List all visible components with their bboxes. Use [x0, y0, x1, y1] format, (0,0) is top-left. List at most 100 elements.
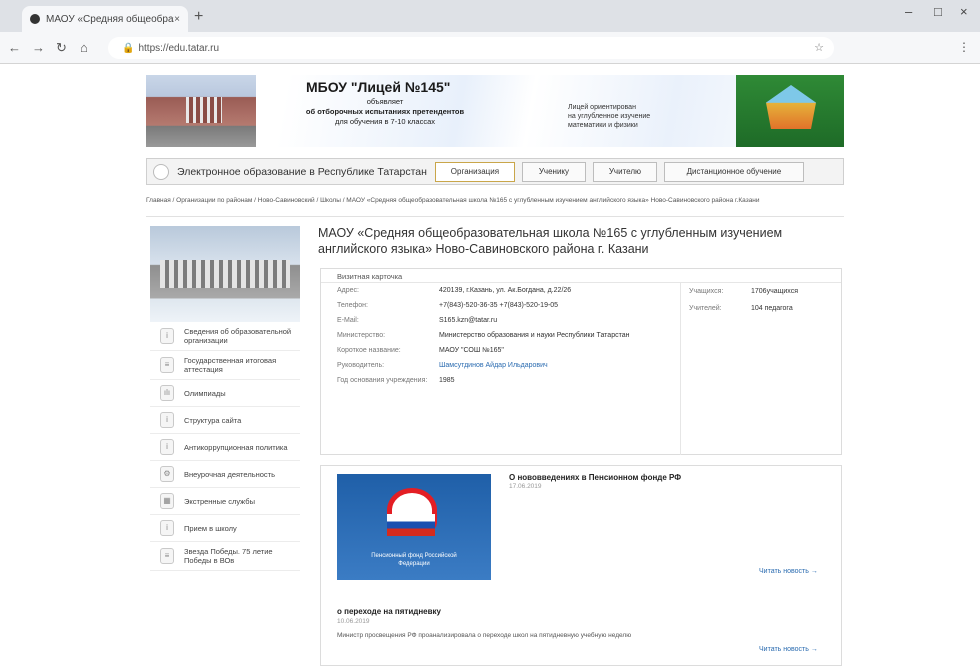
info-card: Визитная карточка Адрес: 420139, г.Казань… — [320, 268, 842, 455]
read-more-link[interactable]: Читать новость → — [759, 646, 818, 653]
info-icon: i — [160, 520, 174, 536]
sidebar-item-label: Антикоррупционная политика — [184, 442, 288, 452]
banner-sub-line: объявляет — [366, 97, 404, 106]
banner-note: Лицей ориентирован на углубленное изучен… — [568, 103, 650, 130]
news-image-caption: Пенсионный фонд Российской Федерации — [371, 553, 457, 567]
banner-photo — [146, 75, 256, 147]
banner-note-line: Лицей ориентирован — [568, 104, 636, 111]
stat-row: Учителей: 104 педагога — [689, 304, 798, 313]
read-more-link[interactable]: Читать новость → — [759, 568, 818, 575]
new-tab-button[interactable]: + — [194, 8, 203, 26]
card-key: Год основания учреждения: — [337, 377, 428, 384]
browser-toolbar: ← → ↻ ⌂ 🔒 https://edu.tatar.ru ☆ ⋮ — [0, 32, 980, 64]
card-row: Руководитель: Шамсутдинов Айдар Ильдарови… — [321, 358, 680, 373]
banner-logo — [736, 75, 844, 147]
bookmark-star-icon[interactable]: ☆ — [814, 41, 824, 54]
news-title[interactable]: О нововведениях в Пенсионном фонде РФ — [509, 473, 681, 482]
card-key: Короткое название: — [337, 347, 401, 354]
nav-button-organization[interactable]: Организация — [434, 161, 515, 182]
banner[interactable]: МБОУ "Лицей №145" объявляет об отборочны… — [146, 75, 844, 147]
maximize-button[interactable]: □ — [934, 4, 942, 19]
news-title[interactable]: о переходе на пятидневку — [337, 607, 441, 616]
news-image[interactable]: Пенсионный фонд Российской Федерации — [337, 474, 491, 580]
sidebar-item-label: Структура сайта — [184, 415, 242, 425]
card-value: 1985 — [439, 377, 455, 384]
back-icon[interactable]: ← — [8, 40, 21, 55]
card-value: 420139, г.Казань, ул. Ак.Богдана, д.22/2… — [439, 287, 572, 294]
sidebar-item[interactable]: ılı Олимпиады — [150, 380, 300, 407]
home-icon[interactable]: ⌂ — [80, 40, 88, 55]
card-key: Руководитель: — [337, 362, 385, 369]
card-row: Телефон: +7(843)-520-36-35 +7(843)-520-19… — [321, 298, 680, 313]
card-key: Телефон: — [337, 302, 368, 309]
sidebar-item[interactable]: i Антикоррупционная политика — [150, 434, 300, 461]
sidebar-item-label: Экстренные службы — [184, 496, 255, 506]
browser-menu-icon[interactable]: ⋮ — [958, 40, 970, 54]
card-value: Министерство образования и науки Республ… — [439, 332, 630, 339]
sidebar-item-label: Прием в школу — [184, 523, 237, 533]
gear-icon: ⚙ — [160, 466, 174, 482]
edu-logo-icon[interactable] — [153, 163, 169, 180]
page-content: МБОУ "Лицей №145" объявляет об отборочны… — [0, 65, 980, 666]
card-row: Адрес: 420139, г.Казань, ул. Ак.Богдана, … — [321, 283, 680, 298]
browser-tab[interactable]: МАОУ «Средняя общеобразо × — [22, 6, 188, 32]
card-stats: Учащихся: 1706учащихся Учителей: 104 педаг… — [689, 287, 798, 321]
card-row: Короткое название: МАОУ "СОШ №165" — [321, 343, 680, 358]
banner-sub-line: об отборочных испытаниях претендентов — [305, 107, 465, 116]
banner-sub-line: для обучения в 7-10 классах — [334, 117, 435, 126]
stat-value: 104 педагога — [751, 305, 793, 312]
banner-note-line: на углубленное изучение — [568, 113, 651, 120]
russia-flag-icon — [387, 514, 435, 536]
stat-value: 1706учащихся — [751, 288, 798, 295]
main-navbar: Электронное образование в Республике Тат… — [146, 158, 844, 185]
card-key: Адрес: — [337, 287, 359, 294]
sidebar-item[interactable]: i Прием в школу — [150, 515, 300, 542]
stat-key: Учащихся: — [689, 288, 724, 295]
sidebar-item-label: Олимпиады — [184, 388, 226, 398]
nav-button-distance[interactable]: Дистанционное обучение — [663, 161, 804, 182]
card-value: +7(843)-520-36-35 +7(843)-520-19-05 — [439, 302, 559, 309]
banner-title: МБОУ "Лицей №145" — [306, 79, 451, 95]
sidebar-item[interactable]: i Сведения об образовательной организации — [150, 322, 300, 351]
chart-icon: ılı — [160, 385, 174, 401]
minimize-button[interactable]: – — [905, 4, 912, 19]
favicon-icon — [30, 14, 40, 24]
info-icon: i — [160, 439, 174, 455]
sidebar-item-label: Сведения об образовательной организации — [184, 327, 292, 345]
school-photo — [150, 226, 300, 322]
card-row: Министерство: Министерство образования и … — [321, 328, 680, 343]
tab-title: МАОУ «Средняя общеобразо — [46, 13, 175, 25]
sidebar-item[interactable]: ▦ Экстренные службы — [150, 488, 300, 515]
reload-icon[interactable]: ↻ — [56, 40, 67, 56]
banner-note-line: математики и физики — [568, 122, 638, 129]
nav-button-student[interactable]: Ученику — [521, 161, 586, 182]
news-date: 17.06.2019 — [509, 483, 542, 490]
sidebar-item[interactable]: i Структура сайта — [150, 407, 300, 434]
sidebar-item[interactable]: ⚙ Внеурочная деятельность — [150, 461, 300, 488]
nav-button-teacher[interactable]: Учителю — [592, 161, 657, 182]
sidebar-item-label: Внеурочная деятельность — [184, 469, 276, 479]
forward-icon[interactable]: → — [32, 40, 45, 55]
sidebar-item[interactable]: ≡ Государственная итоговая аттестация — [150, 351, 300, 380]
news-date: 10.06.2019 — [337, 618, 370, 625]
sidebar-item[interactable]: ≡ Звезда Победы. 75 летие Победы в ВОв — [150, 542, 300, 571]
breadcrumb[interactable]: Главная / Организации по районам / Ново-… — [146, 196, 844, 205]
lock-icon: 🔒 — [122, 42, 135, 54]
email-link[interactable]: S165.kzn@tatar.ru — [439, 316, 665, 325]
card-row: Год основания учреждения: 1985 — [321, 373, 680, 388]
card-row: E-Mail: S165.kzn@tatar.ru — [321, 313, 680, 328]
navbar-title[interactable]: Электронное образование в Республике Тат… — [177, 166, 427, 178]
banner-subtitle: объявляет об отборочных испытаниях прете… — [300, 97, 470, 127]
card-header: Визитная карточка — [321, 269, 841, 283]
card-value: МАОУ "СОШ №165" — [439, 347, 504, 354]
tab-strip: МАОУ «Средняя общеобразо × + – □ × — [0, 0, 980, 32]
stat-row: Учащихся: 1706учащихся — [689, 287, 798, 296]
card-details: Адрес: 420139, г.Казань, ул. Ак.Богдана, … — [321, 283, 681, 455]
news-text: Министр просвещения РФ проанализировала … — [337, 632, 632, 639]
director-link[interactable]: Шамсутдинов Айдар Ильдарович — [439, 361, 665, 370]
close-window-button[interactable]: × — [960, 4, 968, 19]
tab-close-icon[interactable]: × — [174, 14, 180, 25]
page-title: МАОУ «Средняя общеобразовательная школа … — [318, 226, 783, 256]
stat-key: Учителей: — [689, 305, 722, 312]
address-bar[interactable]: 🔒 https://edu.tatar.ru ☆ — [108, 37, 834, 59]
